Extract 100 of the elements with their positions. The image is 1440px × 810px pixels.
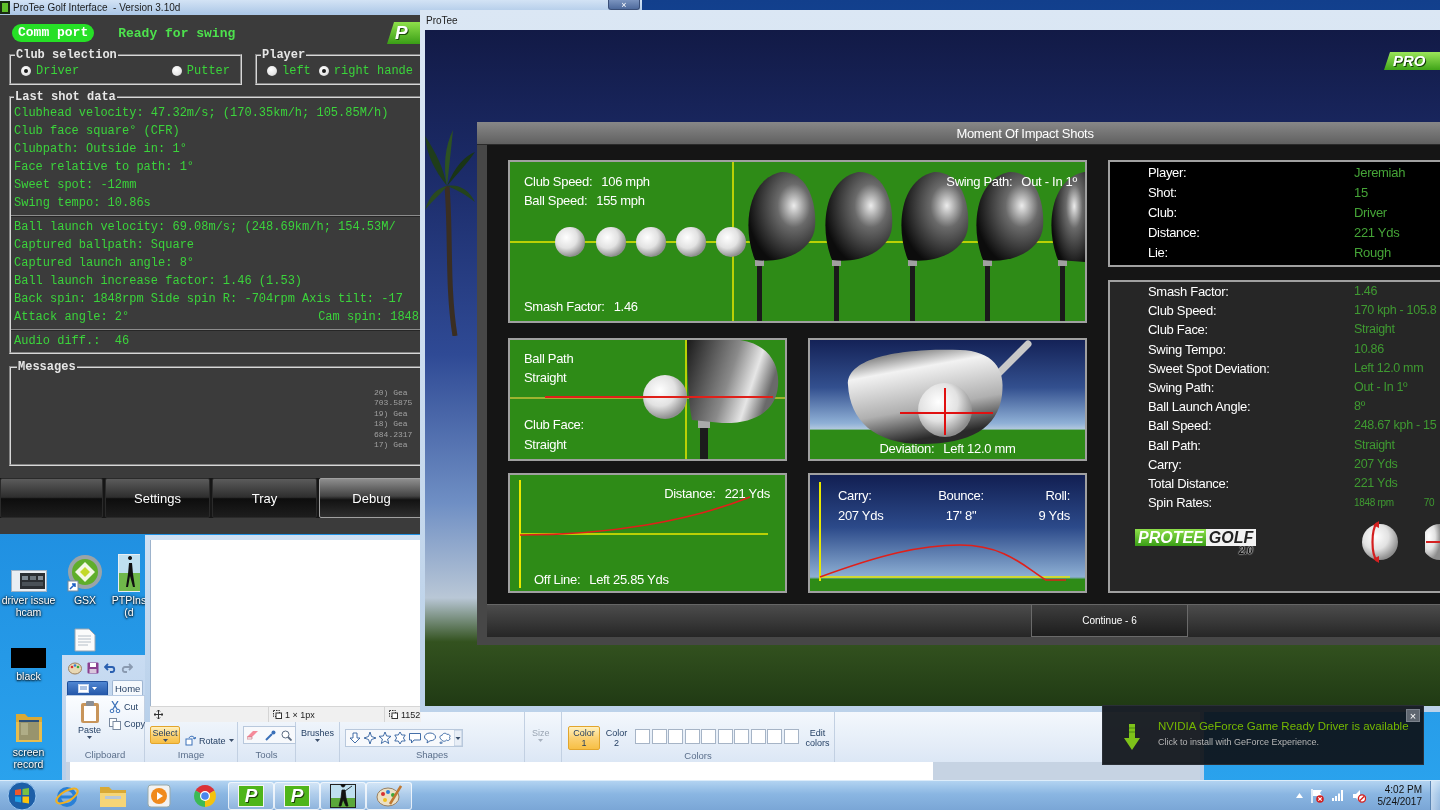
radio-button[interactable] [267, 66, 277, 76]
stat-label: Club Face: [1148, 321, 1209, 340]
shot-data-text: Clubhead velocity: 47.32m/s; (170.35km/h; 105.85M/h) [14, 105, 389, 122]
close-button[interactable]: × [1406, 709, 1420, 722]
rect-callout-icon[interactable] [409, 732, 421, 744]
eraser-icon[interactable] [247, 730, 260, 740]
golf-ball [643, 375, 687, 419]
taskbar-button[interactable] [320, 781, 366, 810]
shot-data-text: Attack angle: 2° [14, 309, 130, 326]
ribbon-tab[interactable]: Home [112, 680, 144, 695]
shot-data-text: Swing tempo: 10.86s [14, 195, 151, 212]
palette-swatch[interactable] [635, 729, 650, 744]
color-picker-icon[interactable] [265, 729, 276, 741]
magnifier-icon[interactable] [281, 729, 292, 741]
caret-icon [228, 739, 234, 742]
gallery-scroll-button[interactable] [454, 730, 462, 746]
radio-option[interactable]: left [267, 63, 311, 79]
secondary-color-button[interactable]: Color 2 [603, 726, 630, 750]
primary-color-button[interactable]: Color 1 [568, 726, 600, 750]
stat-value: 248.67 kph - 15 [1354, 417, 1437, 435]
save-icon[interactable] [87, 661, 99, 674]
continue-button[interactable]: Continue - 6 [1031, 605, 1188, 637]
radio-button[interactable] [21, 66, 31, 76]
oval-callout-icon[interactable] [424, 732, 436, 744]
cloud-callout-icon[interactable] [439, 732, 451, 744]
palette-swatch[interactable] [668, 729, 683, 744]
stat-value: Straight [1354, 436, 1395, 454]
select-button[interactable]: Select [150, 726, 180, 744]
copy-button[interactable]: Copy [107, 715, 148, 732]
edit-colors-button[interactable]: Edit colors [802, 726, 833, 750]
info-value: 221 Yds [1354, 223, 1400, 242]
readout-value: 106 mph [601, 173, 650, 191]
caret-icon [162, 739, 168, 742]
info-label: Distance: [1148, 223, 1201, 242]
notification-toast[interactable]: NVIDIA GeForce Game Ready Driver is available Click to install with GeForce Experience. × [1102, 705, 1424, 765]
brand-logo: P [387, 22, 420, 44]
stat-label: Carry: [1148, 455, 1183, 474]
clock-button[interactable]: 4:02 PM 5/24/2017 [1377, 783, 1422, 808]
shot-data-text: Ball launch increase factor: 1.46 (1.53) [14, 273, 303, 290]
palette-swatch[interactable] [701, 729, 716, 744]
palette-swatch[interactable] [651, 729, 667, 744]
readout-label: Deviation: [879, 440, 935, 458]
palette-swatch[interactable] [750, 729, 766, 744]
dialog-title-bar: Moment Of Impact Shots [477, 122, 1440, 145]
shot-data-text: Audio diff.: 46 [14, 333, 130, 350]
app-icon [0, 1, 10, 14]
palette-swatch[interactable] [734, 729, 749, 744]
flag-icon[interactable] [1310, 788, 1324, 803]
golf-ball [555, 227, 585, 257]
stat-label: Swing Tempo: [1148, 340, 1227, 359]
file-menu-button[interactable] [67, 681, 108, 695]
redo-icon[interactable] [121, 661, 133, 674]
caret-icon [87, 736, 92, 739]
stat-value: 10.86 [1354, 340, 1384, 358]
scissors-icon [109, 700, 121, 713]
golf-ball [676, 227, 706, 257]
show-desktop-button[interactable] [1430, 780, 1440, 810]
palette-swatch[interactable] [767, 729, 782, 744]
stat-label: Sweet Spot Deviation: [1148, 359, 1271, 378]
brushes-button[interactable]: Brushes [299, 726, 337, 744]
palette-swatch[interactable] [717, 729, 733, 744]
readout-label: Ball Path [524, 350, 575, 368]
radio-option[interactable]: Driver [21, 63, 80, 79]
ribbon-group-label: Clipboard [83, 749, 127, 762]
shot-data-text: Ball launch velocity: 69.08m/s; (248.69km/h; 154.53M/ [14, 219, 396, 236]
readout-value: Out - In 1º [1021, 173, 1077, 191]
cut-button[interactable]: Cut [107, 698, 148, 715]
golf-ball [596, 227, 626, 257]
toolbar-button[interactable]: Tray [212, 478, 317, 518]
radio-button[interactable] [318, 66, 329, 76]
paste-button[interactable]: Paste [76, 698, 103, 741]
four-point-star-icon[interactable] [364, 732, 376, 744]
toolbar-button[interactable]: Settings [105, 478, 210, 518]
palette-swatch[interactable] [684, 729, 700, 744]
speaker-icon[interactable] [1351, 788, 1366, 803]
shot-data-text: Sweet spot: -12mm [14, 177, 137, 194]
rotate-button[interactable]: Rotate [183, 732, 236, 749]
signal-bars-icon[interactable] [1331, 790, 1344, 801]
info-value: Rough [1354, 243, 1391, 262]
six-point-star-icon[interactable] [394, 732, 406, 744]
undo-icon[interactable] [104, 661, 116, 674]
palette-swatch[interactable] [783, 729, 799, 744]
readout-value: 1.46 [613, 298, 638, 316]
shot-data-text: Captured ballpath: Square [14, 237, 195, 254]
status-text: 1152 [401, 709, 421, 720]
shot-data-text: Club face square° (CFR) [14, 123, 180, 140]
down-arrow-icon[interactable] [349, 732, 361, 744]
palette-icon [68, 660, 82, 675]
radio-button[interactable] [171, 66, 182, 76]
stat-value: 8º [1354, 398, 1365, 416]
start-orb-icon [6, 780, 38, 810]
golfer-picture-icon [330, 783, 356, 808]
readout-value: 17' 8" [945, 507, 977, 525]
status-text: 1 × 1px [285, 709, 315, 720]
chevron-up-icon[interactable] [1295, 793, 1303, 798]
radio-option[interactable]: Putter [171, 63, 230, 79]
star-icon[interactable] [379, 732, 391, 744]
radio-option[interactable]: right hande [318, 63, 413, 79]
readout-label: Off Line: [534, 571, 581, 589]
stat-label: Ball Launch Angle: [1148, 398, 1252, 417]
